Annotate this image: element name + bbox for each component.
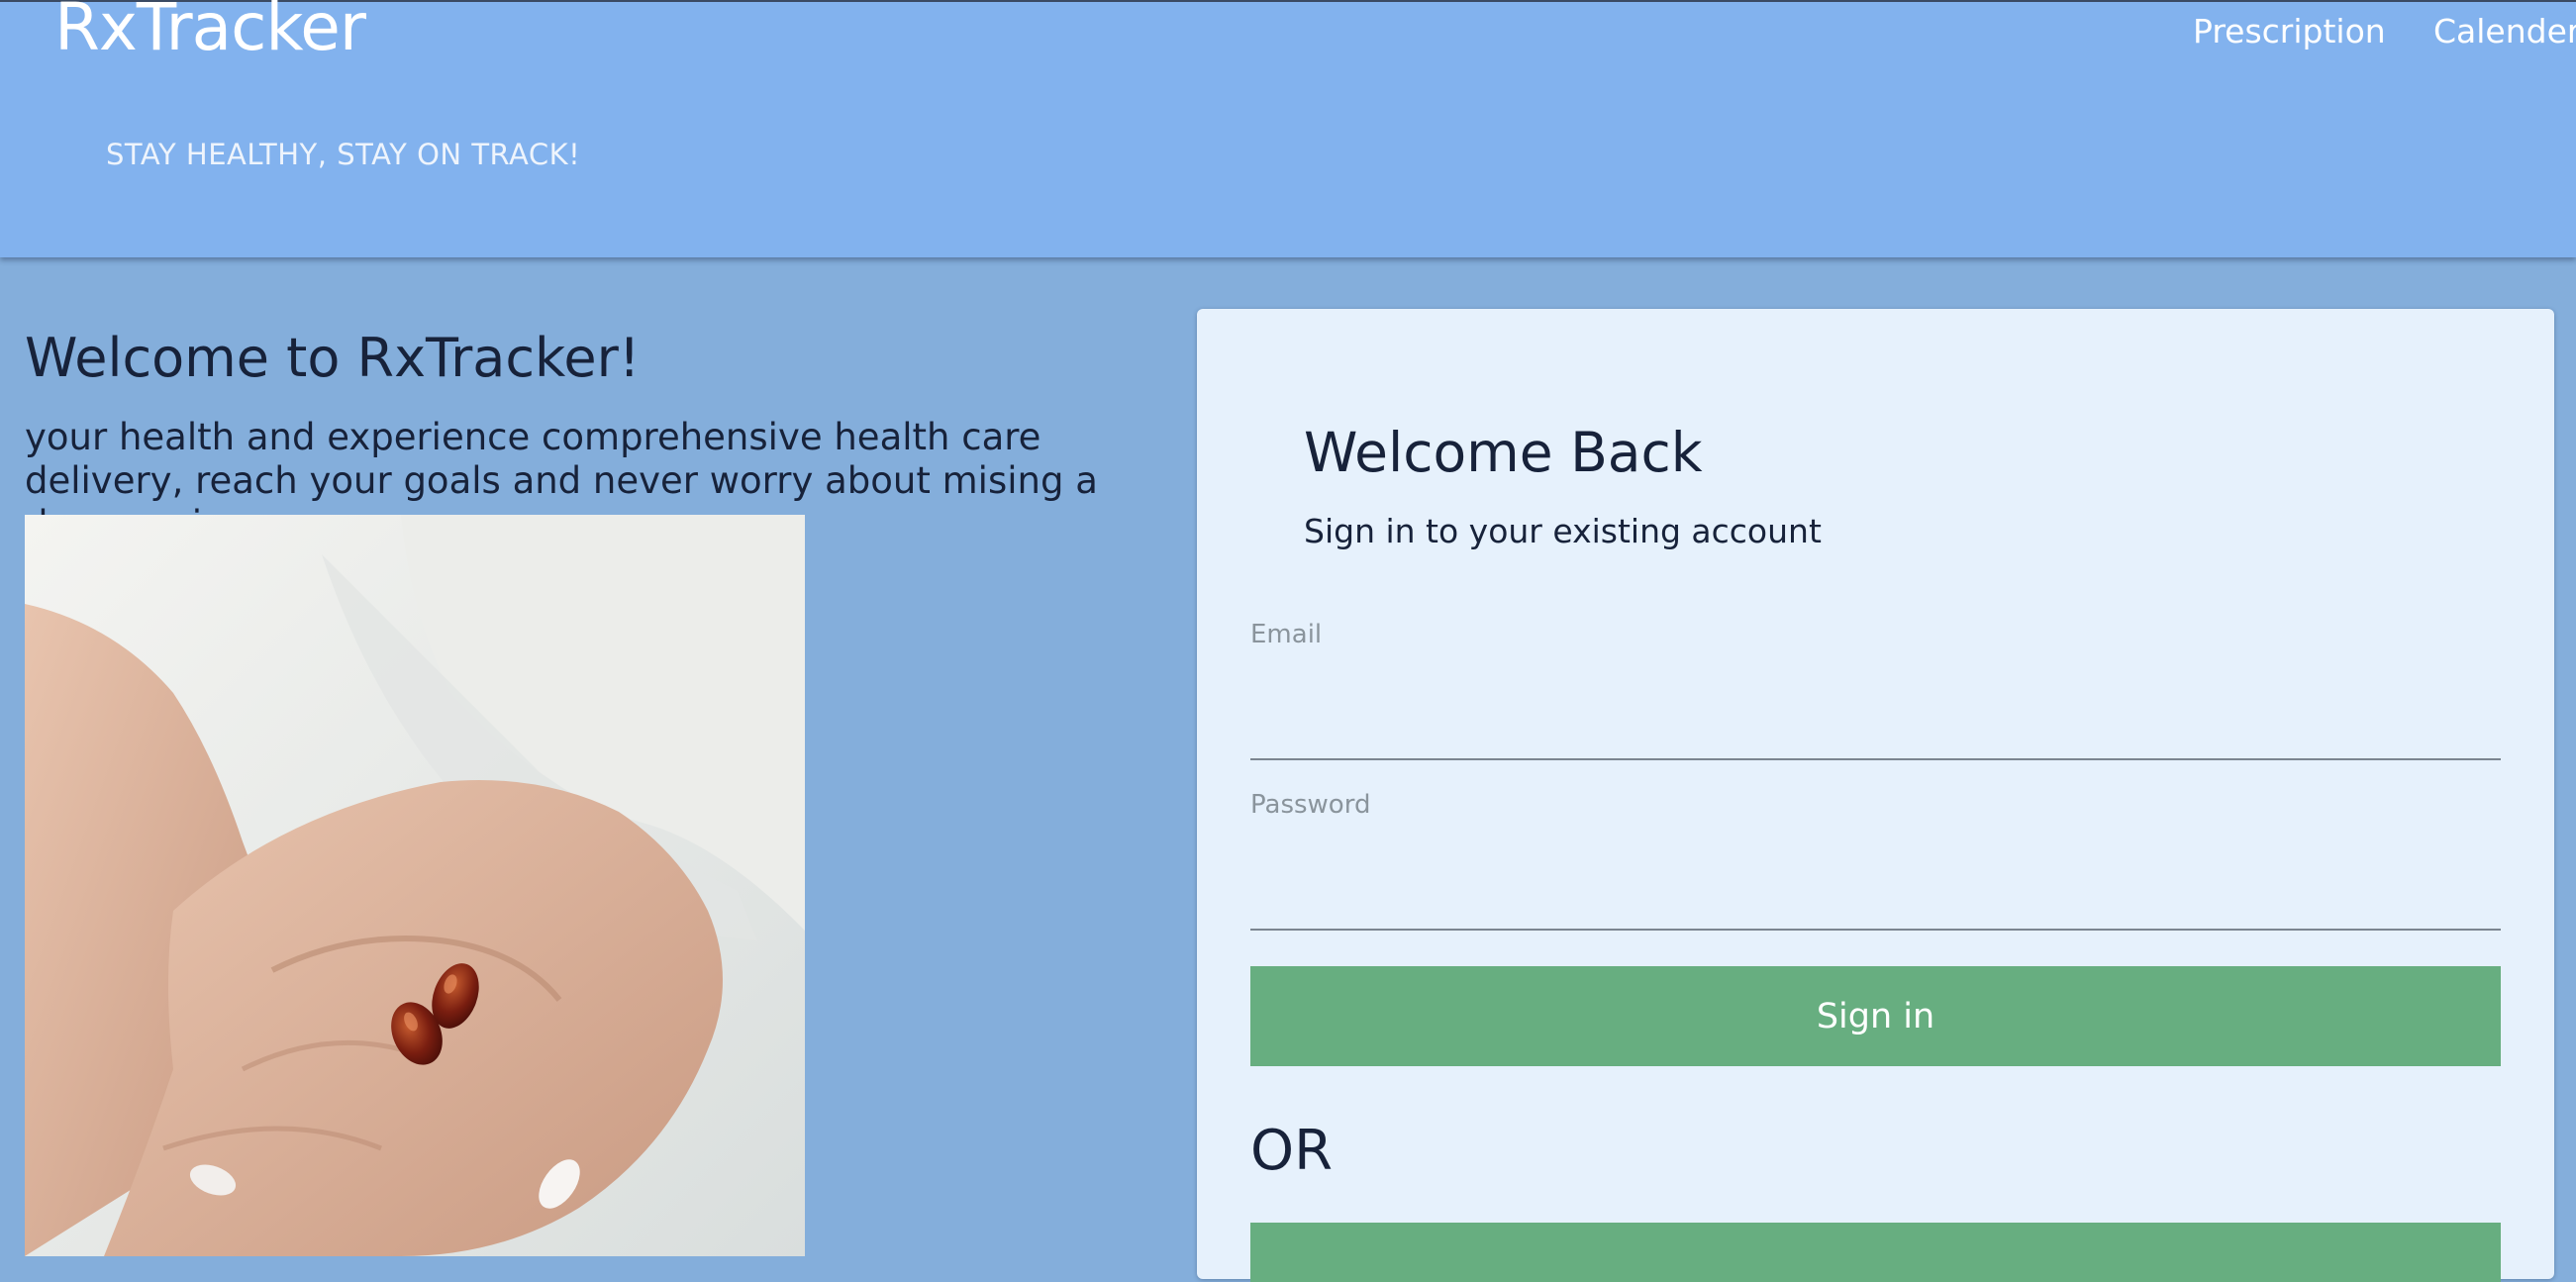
card-title: Welcome Back <box>1304 421 1703 484</box>
password-field[interactable] <box>1250 869 2501 931</box>
card-subtitle: Sign in to your existing account <box>1304 512 1822 550</box>
brand-logo[interactable]: RxTracker <box>54 0 366 64</box>
nav-calender-link[interactable]: Calender <box>2433 12 2576 50</box>
tagline: STAY HEALTHY, STAY ON TRACK! <box>106 138 581 171</box>
hero-title: Welcome to RxTracker! <box>25 327 641 389</box>
email-field[interactable] <box>1250 699 2501 760</box>
password-label: Password <box>1250 790 1371 820</box>
nav-prescription-link[interactable]: Prescription <box>2193 12 2386 50</box>
hands-holding-capsules-image <box>25 515 805 1256</box>
sign-in-button[interactable]: Sign in <box>1250 966 2501 1066</box>
or-divider: OR <box>1250 1119 1333 1183</box>
sign-in-card: Welcome Back Sign in to your existing ac… <box>1197 309 2554 1282</box>
top-header: RxTracker STAY HEALTHY, STAY ON TRACK! P… <box>0 0 2576 257</box>
email-label: Email <box>1250 620 1323 649</box>
alternate-sign-in-button[interactable] <box>1250 1223 2501 1282</box>
